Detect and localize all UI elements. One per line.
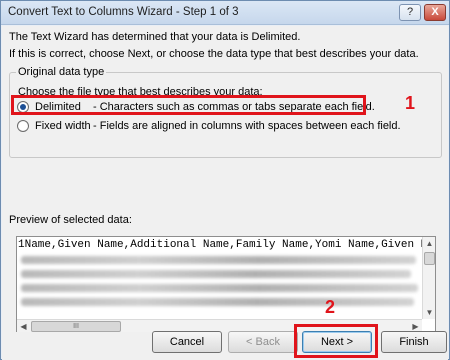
- blurred-preview-row: [21, 270, 411, 278]
- fixed-width-radio[interactable]: [17, 120, 29, 132]
- step-marker-1: 1: [405, 93, 416, 113]
- horizontal-scroll-thumb[interactable]: III: [31, 321, 121, 332]
- cancel-button[interactable]: Cancel: [152, 331, 222, 353]
- back-button[interactable]: < Back: [228, 331, 298, 353]
- preview-label: Preview of selected data:: [9, 214, 132, 226]
- step-marker-2: 2: [325, 297, 336, 317]
- preview-row-text: Name,Given Name,Additional Name,Family N…: [24, 239, 422, 251]
- original-data-type-group: Original data type Choose the file type …: [9, 66, 442, 158]
- fixed-width-option[interactable]: Fixed width - Fields are aligned in colu…: [17, 118, 401, 134]
- blurred-preview-row: [21, 256, 416, 264]
- blurred-preview-row: [21, 284, 418, 292]
- group-legend: Original data type: [16, 66, 107, 78]
- scroll-left-icon[interactable]: ◀: [17, 320, 30, 333]
- fixed-width-description: - Fields are aligned in columns with spa…: [93, 120, 401, 132]
- blurred-preview-row: [21, 298, 414, 306]
- title-bar: Convert Text to Columns Wizard - Step 1 …: [1, 1, 449, 25]
- data-preview-box[interactable]: 1Name,Given Name,Additional Name,Family …: [16, 236, 436, 332]
- wizard-window: Convert Text to Columns Wizard - Step 1 …: [0, 0, 450, 360]
- preview-row-1: 1Name,Given Name,Additional Name,Family …: [18, 238, 422, 252]
- scroll-down-icon[interactable]: ▼: [423, 306, 436, 319]
- delimited-highlight-box: [11, 95, 366, 115]
- next-highlight-box: [294, 324, 378, 358]
- vertical-scroll-thumb[interactable]: [424, 252, 435, 265]
- intro-line-2: If this is correct, choose Next, or choo…: [9, 48, 419, 60]
- preview-vertical-scrollbar[interactable]: ▲ ▼: [422, 237, 435, 319]
- intro-line-1: The Text Wizard has determined that your…: [9, 31, 301, 43]
- scroll-up-icon[interactable]: ▲: [423, 237, 436, 250]
- finish-button[interactable]: Finish: [381, 331, 447, 353]
- fixed-width-label[interactable]: Fixed width: [35, 120, 93, 132]
- window-title: Convert Text to Columns Wizard - Step 1 …: [8, 6, 239, 18]
- preview-row-number: 1: [18, 239, 25, 251]
- dialog-content: The Text Wizard has determined that your…: [2, 26, 448, 360]
- help-button[interactable]: ?: [399, 4, 421, 21]
- close-button[interactable]: X: [424, 4, 446, 21]
